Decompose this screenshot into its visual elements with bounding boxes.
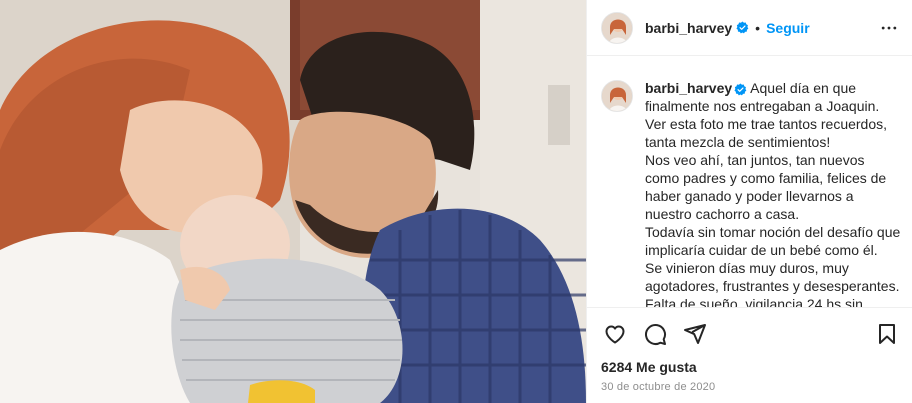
caption-text-line: finalmente nos entregaban a Joaquin. [645,98,880,114]
caption-username[interactable]: barbi_harvey [645,80,732,96]
avatar-image [602,12,632,43]
author-username[interactable]: barbi_harvey [645,20,732,36]
caption-text-line: Se vinieron días muy duros, muy [645,260,849,276]
verified-badge-icon [736,21,749,34]
likes-count[interactable]: 6284 Me gusta [601,359,697,375]
family-photo-image [0,0,586,403]
post-photo[interactable] [0,0,586,403]
more-options-icon[interactable] [879,18,899,43]
post-date[interactable]: 30 de octubre de 2020 [601,381,715,393]
caption-text-line: agotadores, frustrantes y desesperantes. [645,278,900,294]
caption-first-line: barbi_harvey Aquel día en que [645,79,895,97]
post-header: barbi_harvey • Seguir [587,0,912,56]
caption-text-line: Todavía sin tomar noción del desafío que [645,224,901,240]
heart-icon[interactable] [603,322,627,346]
post-caption: barbi_harvey Aquel día en que finalmente … [645,79,901,307]
comments-section: barbi_harvey Aquel día en que finalmente … [587,57,912,307]
caption-text-line: tanta mezcla de sentimientos! [645,134,831,150]
caption-text-line: nuestro cachorro a casa. [645,206,800,222]
caption-text-line: haber ganado y poder llevarnos a [645,188,854,204]
caption-text-line: Ver esta foto me trae tantos recuerdos, [645,116,888,132]
avatar-image [602,81,632,111]
caption-text-line: Aquel día en que [750,80,857,96]
author-avatar[interactable] [601,11,633,44]
caption-text-line: como padres y como familia, felices de [645,170,887,186]
post-side-panel: barbi_harvey • Seguir barbi_harvey Aquel … [586,0,912,403]
caption-text-line: Nos veo ahí, tan juntos, tan nuevos [645,152,865,168]
bookmark-icon[interactable] [875,322,899,346]
caption-author-avatar[interactable] [601,80,633,112]
comment-icon[interactable] [643,322,667,346]
share-icon[interactable] [683,322,707,346]
caption-text-line: implicaría cuidar de un bebé como él. [645,242,878,258]
verified-badge-icon [734,83,747,96]
separator-dot: • [755,19,761,36]
caption-text-line: Falta de sueño, vigilancia 24 hs sin [645,296,863,307]
post-actions-bar [587,307,912,359]
follow-button[interactable]: Seguir [766,20,810,36]
